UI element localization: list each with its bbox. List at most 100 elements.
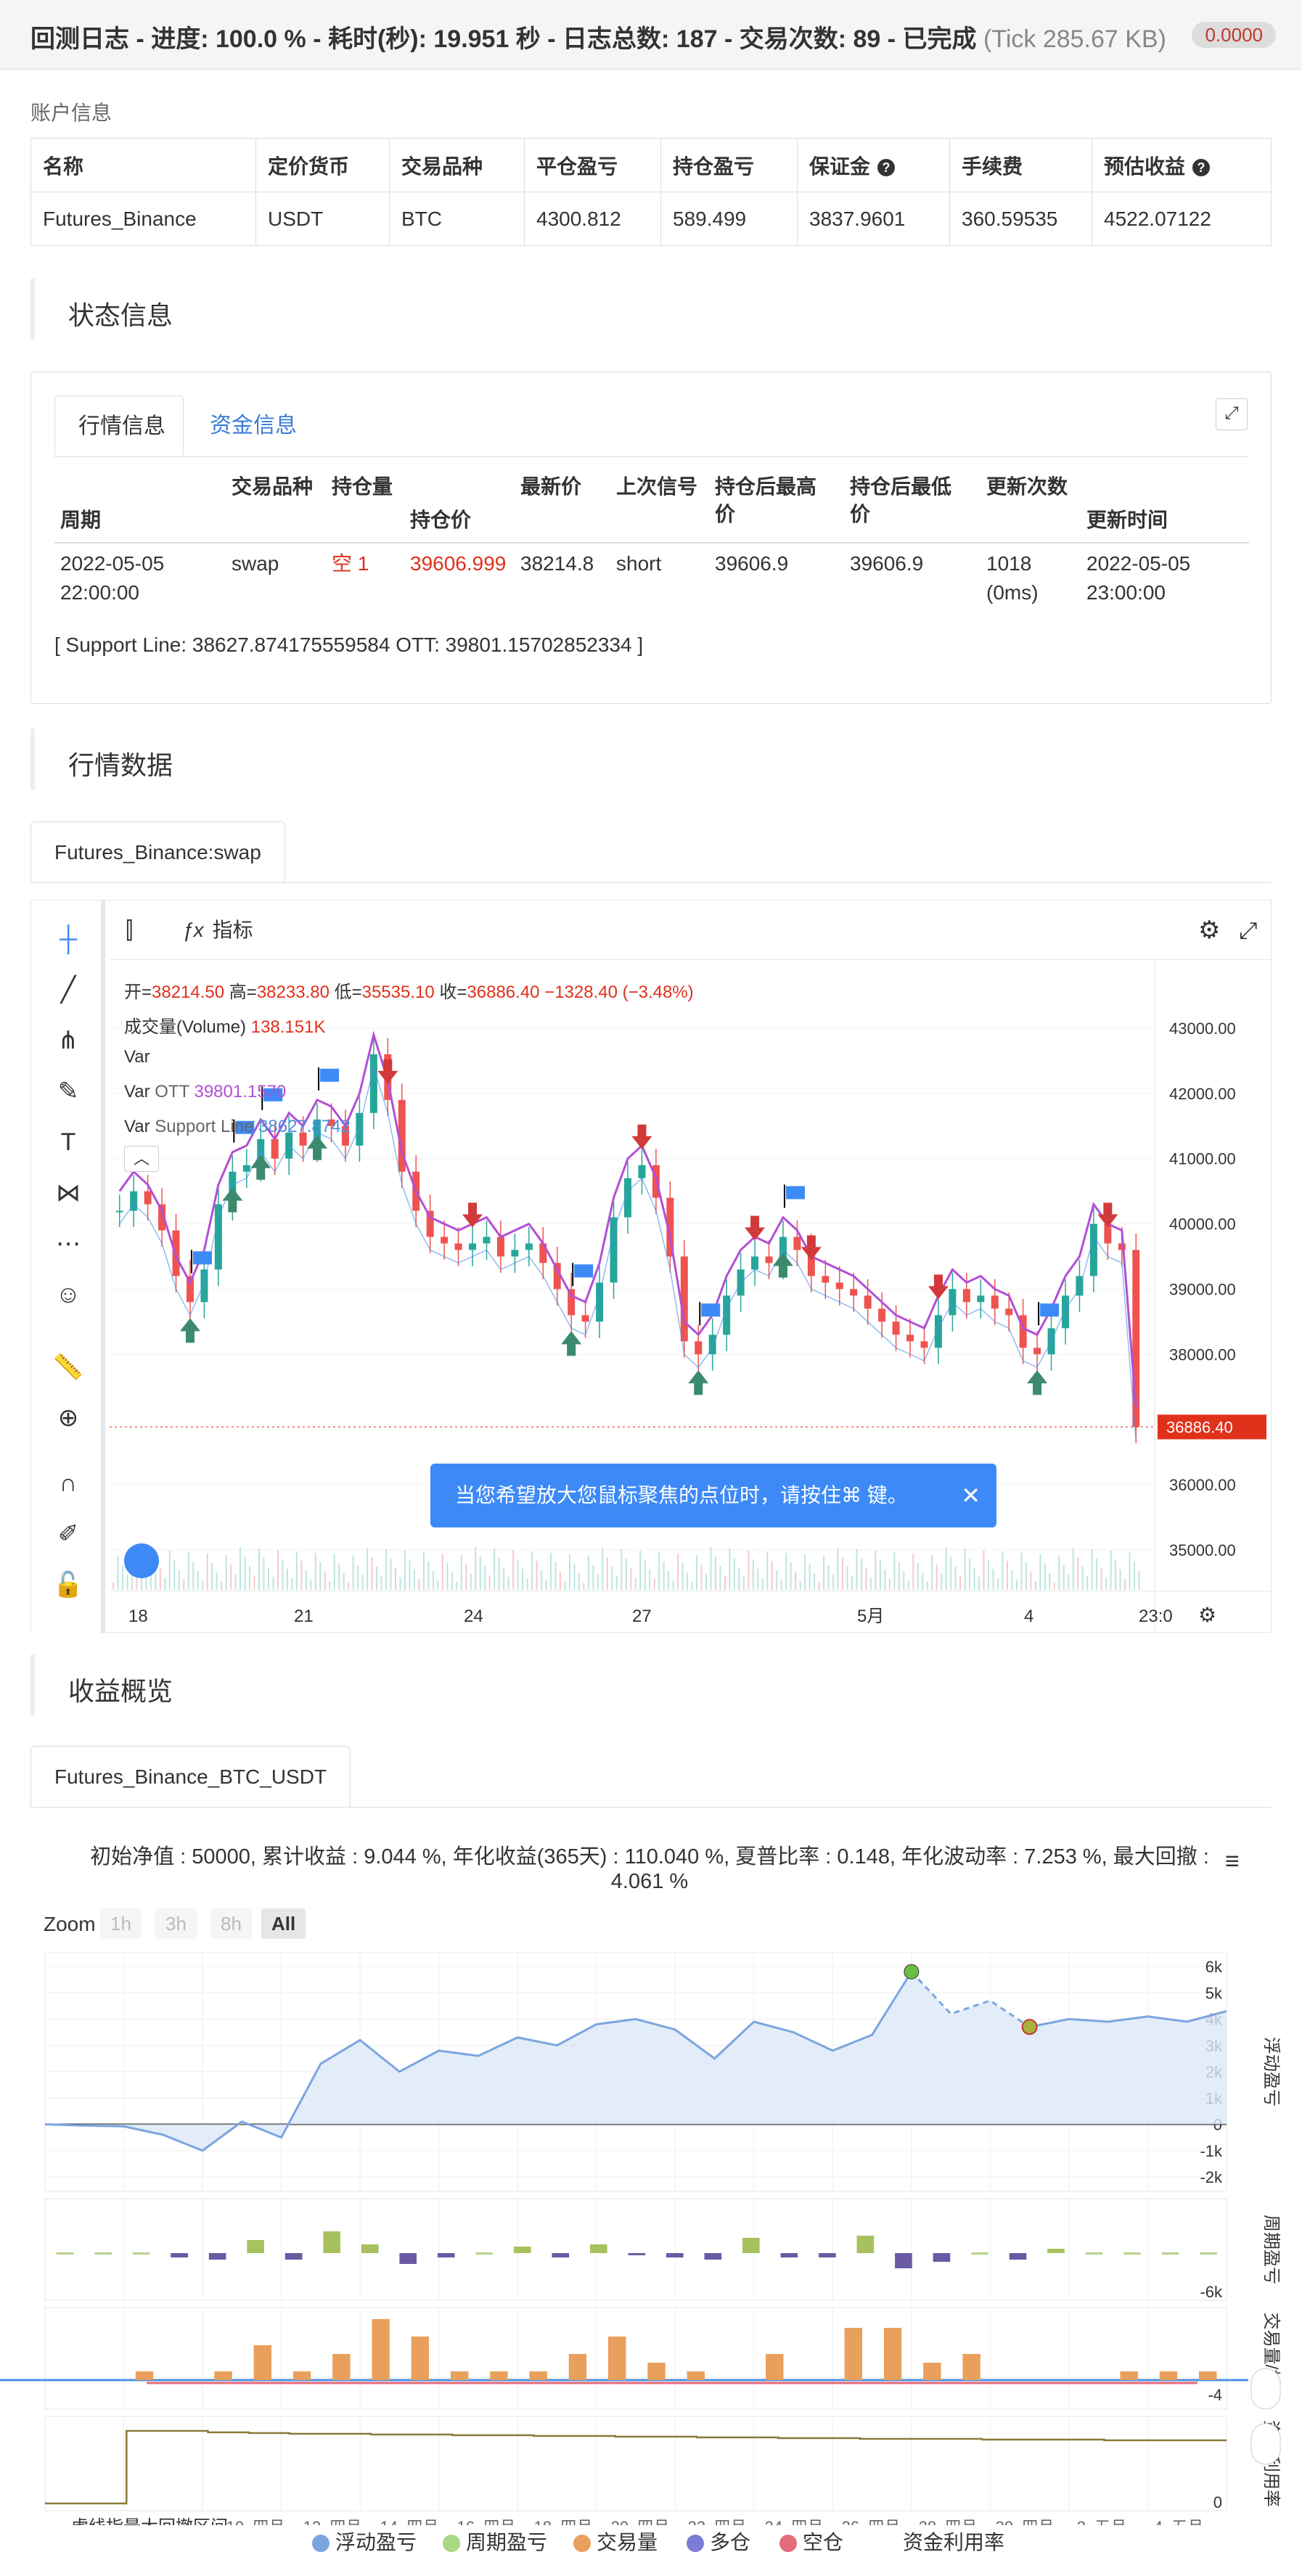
ruler-icon[interactable]: 📏 <box>52 1350 85 1384</box>
brush-icon[interactable]: ✎ <box>52 1075 85 1108</box>
volume-bar <box>282 1559 284 1590</box>
volume-bar <box>978 1577 980 1590</box>
flag-icon <box>785 1186 805 1199</box>
header-position: 持仓量 <box>332 475 393 498</box>
x-tick-label: 30. 四月 <box>996 2518 1055 2525</box>
period-pnl-bar <box>132 2252 150 2255</box>
magnet-icon[interactable]: ∩ <box>52 1467 85 1500</box>
tab-futures-btc-usdt[interactable]: Futures_Binance_BTC_USDT <box>30 1746 351 1807</box>
account-label: 账户信息 <box>30 102 112 124</box>
candle-body <box>878 1308 886 1322</box>
zoom-all-button[interactable]: All <box>261 1908 306 1939</box>
candle-body <box>977 1295 985 1303</box>
fund-usage-line <box>45 2429 1227 2505</box>
tab-funds-info[interactable]: 资金信息 <box>187 395 320 456</box>
zoom-1h-button[interactable]: 1h <box>100 1908 142 1939</box>
volume-bar <box>202 1580 204 1590</box>
indicators-button[interactable]: ƒx 指标 <box>182 914 253 947</box>
header-update-time: 更新时间 <box>1086 509 1168 531</box>
volume-bar <box>1068 1575 1070 1590</box>
candle-body <box>680 1256 688 1342</box>
volume-bar <box>291 1578 293 1590</box>
help-icon[interactable]: ? <box>877 158 896 176</box>
period-pnl-bar <box>1200 2252 1217 2255</box>
cell-margin: 3837.9601 <box>797 192 950 246</box>
top-bar: 回测日志 - 进度: 100.0 % - 耗时(秒): 19.951 秒 - 日… <box>0 0 1302 70</box>
date-tick-label: 24 <box>464 1607 483 1626</box>
crosshair-icon[interactable]: ┼ <box>52 922 85 956</box>
candle-body <box>920 1341 928 1348</box>
collapse-legend-icon[interactable]: ︿ <box>124 1146 159 1172</box>
volume-bar <box>145 1576 147 1590</box>
volume-bar <box>964 1549 966 1590</box>
tradingview-logo <box>124 1543 159 1578</box>
volume-bar <box>748 1550 750 1590</box>
sell-arrow-icon <box>745 1215 766 1241</box>
performance-chart[interactable]: 浮动盈亏周期盈亏交易量/持仓资金利用率6k5k4k3k2k1k0-1k-2k-6… <box>0 1952 1302 2525</box>
volume-bar <box>1015 1580 1018 1590</box>
candlestick-plot[interactable]: 43000.00 42000.00 41000.00 40000.00 39000.00… <box>110 960 1271 1633</box>
sell-arrow-icon <box>631 1124 652 1149</box>
hamburger-icon[interactable]: ≡ <box>1225 1847 1240 1876</box>
text-icon[interactable]: T <box>52 1125 85 1159</box>
candle-body <box>864 1295 872 1309</box>
volume-bar <box>761 1578 763 1590</box>
lock-drawing-icon[interactable]: ✐ <box>52 1517 85 1551</box>
volume-bar <box>376 1567 378 1590</box>
y-tick-label: -4 <box>1208 2386 1222 2404</box>
legend-fund-usage[interactable]: 资金利用率 <box>880 2527 1004 2556</box>
volume-bar <box>851 1576 853 1590</box>
candle-body <box>1089 1223 1097 1276</box>
legend-volume[interactable]: 交易量 <box>573 2527 658 2556</box>
fullscreen-icon[interactable]: ⤢ <box>1239 914 1258 947</box>
legend-long[interactable]: 多仓 <box>687 2527 750 2556</box>
tab-market-info[interactable]: 行情信息 <box>54 395 184 456</box>
header-last-signal: 上次信号 <box>616 475 698 498</box>
volume-bar <box>1049 1573 1051 1590</box>
volume-bar <box>173 1560 176 1590</box>
volume-bar <box>446 1563 449 1590</box>
volume-bar <box>945 1547 947 1590</box>
status-section-header: 状态信息 <box>30 279 1272 340</box>
zoom-8h-button[interactable]: 8h <box>210 1908 252 1939</box>
volume-bar <box>564 1581 566 1590</box>
volume-bar <box>869 1578 872 1590</box>
volume-bar <box>456 1582 458 1590</box>
candle-body <box>581 1315 589 1322</box>
volume-bar <box>277 1550 279 1590</box>
candle-body <box>991 1295 999 1309</box>
legend-floating-pnl[interactable]: 浮动盈亏 <box>312 2527 417 2556</box>
emoji-icon[interactable]: ☺ <box>52 1278 85 1311</box>
tab-futures-swap[interactable]: Futures_Binance:swap <box>30 821 285 882</box>
flag-icon <box>701 1303 721 1317</box>
close-icon[interactable]: ✕ <box>961 1464 980 1527</box>
volume-bar <box>343 1573 345 1590</box>
volume-bar <box>700 1564 703 1590</box>
legend-period-pnl[interactable]: 周期盈亏 <box>443 2527 547 2556</box>
zoom-3h-button[interactable]: 3h <box>155 1908 197 1939</box>
market-section-header: 行情数据 <box>30 729 1272 789</box>
volume-bar <box>450 2371 469 2380</box>
status-panel: 行情信息 资金信息 ⤢ 周期 交易品种 持仓量 持仓价 最新价 上次信号 持仓后… <box>30 372 1272 704</box>
pitchfork-icon[interactable]: ⋔ <box>52 1024 85 1057</box>
volume-bar <box>973 1567 975 1590</box>
zoom-in-icon[interactable]: ⊕ <box>52 1401 85 1435</box>
candle-body <box>822 1276 830 1283</box>
volume-bar <box>962 2354 980 2380</box>
legend-dot <box>443 2535 460 2552</box>
volume-bar <box>842 1557 844 1590</box>
pattern-icon[interactable]: ⋈ <box>52 1176 85 1210</box>
period-pnl-bar <box>780 2253 798 2257</box>
expand-icon[interactable]: ⤢ <box>1216 398 1248 430</box>
buy-arrow-icon <box>561 1331 582 1356</box>
trendline-icon[interactable]: ╱ <box>52 973 85 1006</box>
legend-short[interactable]: 空仓 <box>779 2527 843 2556</box>
help-icon[interactable]: ? <box>1192 158 1211 176</box>
forecast-icon[interactable]: ⋯ <box>52 1227 85 1260</box>
candle-type-icon[interactable]: ⫿ <box>126 914 133 947</box>
settings-gear-icon[interactable]: ⚙ <box>1198 914 1220 947</box>
unlock-icon[interactable]: 🔓 <box>52 1568 85 1601</box>
tab-divider <box>30 882 1272 883</box>
volume-bar <box>529 2371 547 2380</box>
x-tick-label: 18. 四月 <box>534 2518 593 2525</box>
